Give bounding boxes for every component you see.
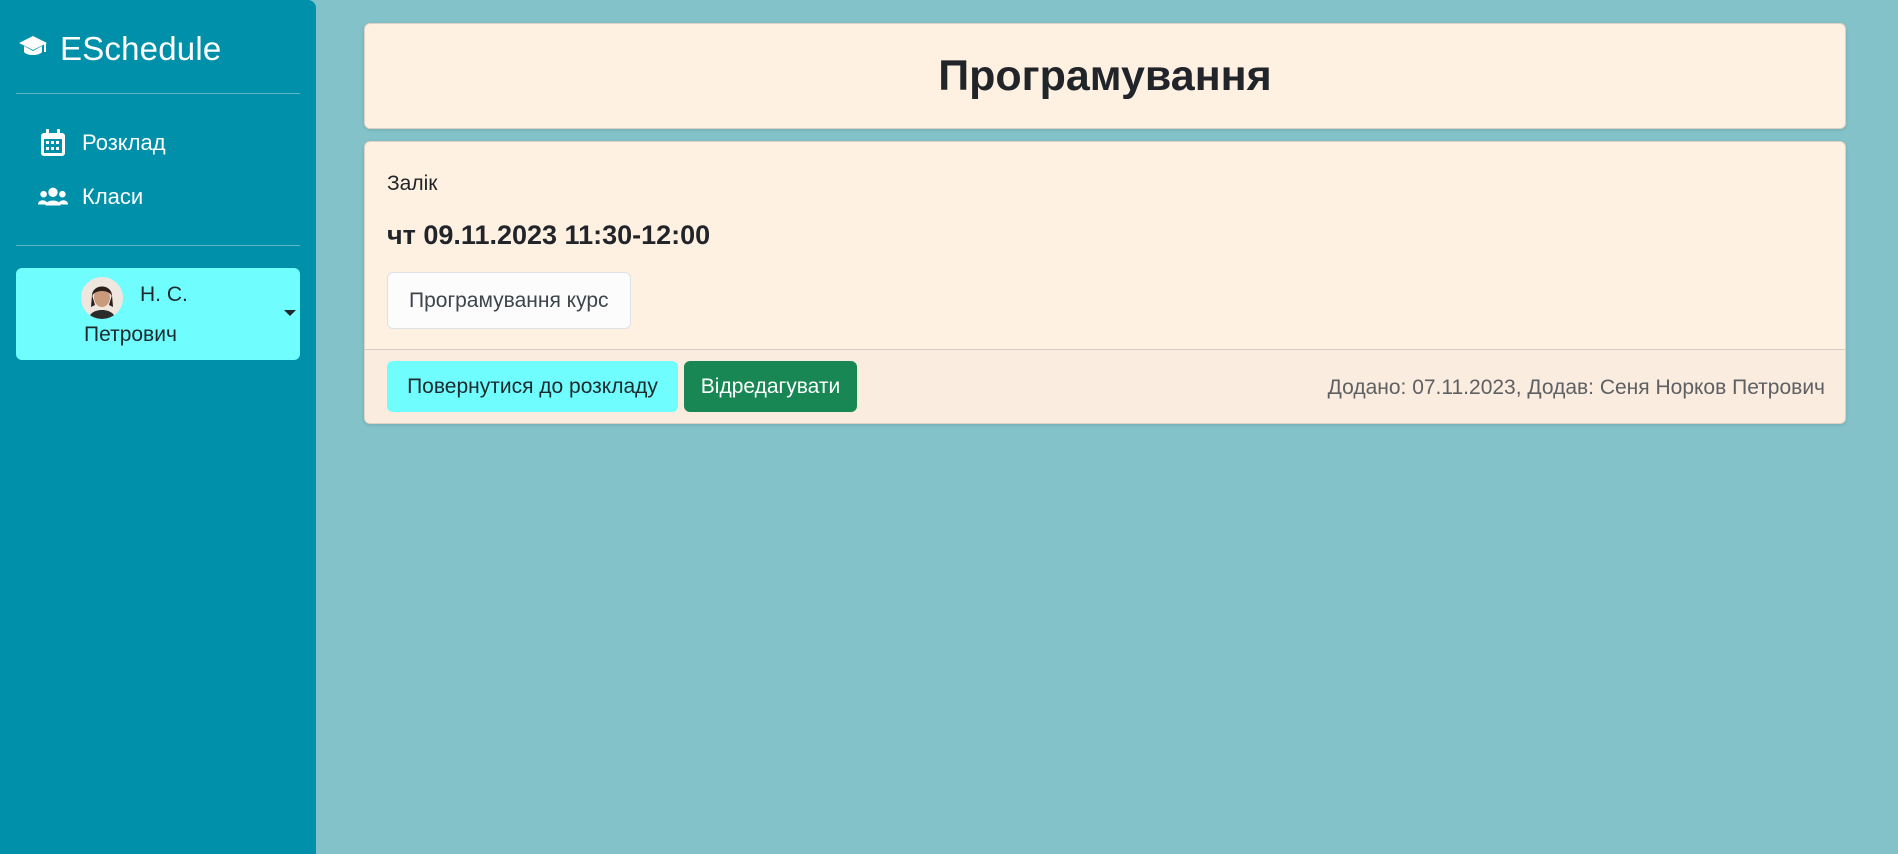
app-root: ESchedule Розклад Класи Н. С. Петрович П… [0, 0, 1898, 854]
course-link[interactable]: Програмування курс [387, 272, 631, 329]
graduation-cap-icon [18, 34, 48, 65]
users-icon [38, 182, 68, 212]
user-short-name: Н. С. [140, 283, 188, 306]
avatar [81, 277, 123, 319]
sidebar-item-schedule[interactable]: Розклад [38, 125, 166, 161]
sidebar-item-label: Класи [82, 184, 144, 209]
sidebar-item-label: Розклад [82, 130, 166, 155]
event-type: Залік [387, 172, 438, 195]
page-header: Програмування [364, 23, 1846, 129]
sidebar: ESchedule Розклад Класи Н. С. Петрович [0, 0, 316, 854]
event-datetime: чт 09.11.2023 11:30-12:00 [387, 220, 711, 250]
sidebar-divider [16, 93, 300, 94]
event-card-footer: Повернутися до розкладу Відредагувати До… [365, 349, 1845, 423]
user-last-name: Петрович [84, 323, 177, 346]
page-title: Програмування [938, 51, 1272, 100]
back-to-schedule-button[interactable]: Повернутися до розкладу [387, 361, 678, 412]
sidebar-item-classes[interactable]: Класи [38, 179, 143, 215]
user-menu-toggle[interactable]: Н. С. Петрович [16, 268, 300, 360]
event-card: Залік чт 09.11.2023 11:30-12:00 Програму… [364, 141, 1846, 424]
caret-down-icon [284, 310, 296, 316]
brand-link[interactable]: ESchedule [18, 28, 221, 70]
brand-name: ESchedule [60, 30, 222, 67]
sidebar-divider [16, 245, 300, 246]
calendar-icon [38, 128, 68, 158]
added-info: Додано: 07.11.2023, Додав: Сеня Норков П… [1327, 376, 1825, 399]
edit-button[interactable]: Відредагувати [684, 361, 857, 412]
